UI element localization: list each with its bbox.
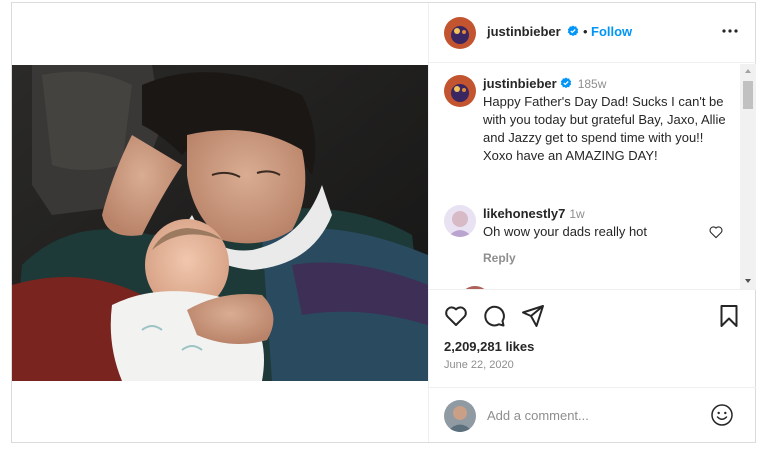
instagram-post: justinbieber • Follow justinbieber 185w … <box>11 2 756 443</box>
post-date: June 22, 2020 <box>444 359 514 371</box>
like-comment-heart-icon[interactable] <box>708 224 724 240</box>
share-icon[interactable] <box>520 303 546 329</box>
verified-badge-icon <box>568 25 579 37</box>
more-options-icon[interactable] <box>720 23 740 39</box>
bookmark-icon[interactable] <box>716 303 742 329</box>
comment-body: likehonestly7 1w Oh wow your dads really … <box>483 205 733 241</box>
caption-body: justinbieber 185w Happy Father's Day Dad… <box>483 75 733 165</box>
post-photo[interactable] <box>12 65 428 381</box>
comment-icon[interactable] <box>481 303 507 329</box>
media-panel <box>12 3 428 442</box>
author-username-text[interactable]: justinbieber <box>487 24 561 39</box>
viewer-avatar <box>444 400 476 432</box>
verified-badge-icon <box>560 77 571 89</box>
author-username[interactable]: justinbieber <box>487 24 579 39</box>
caption-username[interactable]: justinbieber <box>483 76 557 91</box>
add-comment-input[interactable] <box>487 405 697 425</box>
comments-scrollbar[interactable] <box>740 64 756 289</box>
separator-dot: • <box>583 24 588 39</box>
follow-button[interactable]: Follow <box>591 24 632 39</box>
post-header: justinbieber • Follow <box>429 3 756 63</box>
emoji-icon[interactable] <box>710 403 734 427</box>
add-comment-bar <box>429 387 756 442</box>
likes-count[interactable]: 2,209,281 likes <box>444 339 534 354</box>
scroll-up-arrow[interactable] <box>745 69 751 73</box>
comment-time: 1w <box>569 207 585 221</box>
post-actions: 2,209,281 likes June 22, 2020 <box>429 289 756 387</box>
caption-text: Happy Father's Day Dad! Sucks I can't be… <box>483 94 726 163</box>
scroll-thumb[interactable] <box>743 81 753 109</box>
scroll-down-arrow[interactable] <box>745 279 751 283</box>
reply-button[interactable]: Reply <box>483 251 516 265</box>
heart-icon[interactable] <box>443 303 469 329</box>
comment-text: Oh wow your dads really hot <box>483 224 648 239</box>
comment-username[interactable]: likehonestly7 <box>483 206 565 221</box>
author-avatar[interactable] <box>444 17 476 49</box>
post-sidebar: justinbieber • Follow justinbieber 185w … <box>428 3 756 442</box>
caption-time: 185w <box>577 77 607 91</box>
caption-avatar[interactable] <box>444 75 476 107</box>
comments-list[interactable]: justinbieber 185w Happy Father's Day Dad… <box>429 64 756 289</box>
commenter-avatar[interactable] <box>444 205 476 237</box>
